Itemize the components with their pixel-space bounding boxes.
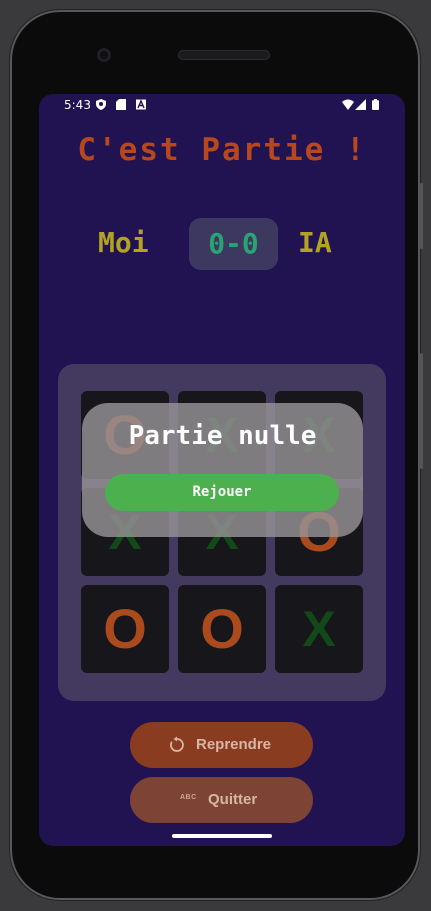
score-display: 0-0 [189, 218, 278, 270]
result-dialog: Partie nulle Rejouer [82, 403, 363, 537]
shield-icon [96, 99, 106, 110]
opponent-label: IA [298, 226, 332, 259]
refresh-icon [170, 736, 184, 752]
phone-frame: 5:43 C'est Partie ! Moi 0-0 IA O O X Par… [10, 10, 420, 900]
status-time: 5:43 [64, 98, 91, 112]
quit-label: Quitter [208, 791, 258, 808]
result-title: Partie nulle [128, 421, 317, 451]
quit-button[interactable]: ABC Quitter [130, 777, 313, 823]
app-screen: 5:43 C'est Partie ! Moi 0-0 IA O O X Par… [39, 94, 405, 846]
front-camera [97, 48, 111, 62]
signal-icon [355, 99, 366, 110]
replay-button[interactable]: Rejouer [105, 474, 339, 511]
board-cell[interactable]: O [81, 585, 169, 673]
game-title: C'est Partie ! [77, 132, 367, 168]
scoreboard: Moi 0-0 IA [39, 218, 405, 272]
earpiece-speaker [178, 50, 270, 60]
abc-icon: ABC [180, 794, 197, 801]
resume-button[interactable]: Reprendre [130, 722, 313, 768]
player-label: Moi [98, 226, 149, 259]
status-bar: 5:43 [39, 94, 405, 116]
power-button [420, 183, 423, 249]
wifi-icon [342, 99, 354, 110]
volume-button [420, 353, 423, 469]
battery-icon [372, 99, 379, 110]
board-cell[interactable]: O [178, 585, 266, 673]
resume-label: Reprendre [196, 736, 272, 753]
sd-card-icon [116, 99, 126, 110]
board-cell[interactable]: X [275, 585, 363, 673]
home-indicator[interactable] [172, 834, 272, 838]
a-icon [136, 99, 146, 110]
